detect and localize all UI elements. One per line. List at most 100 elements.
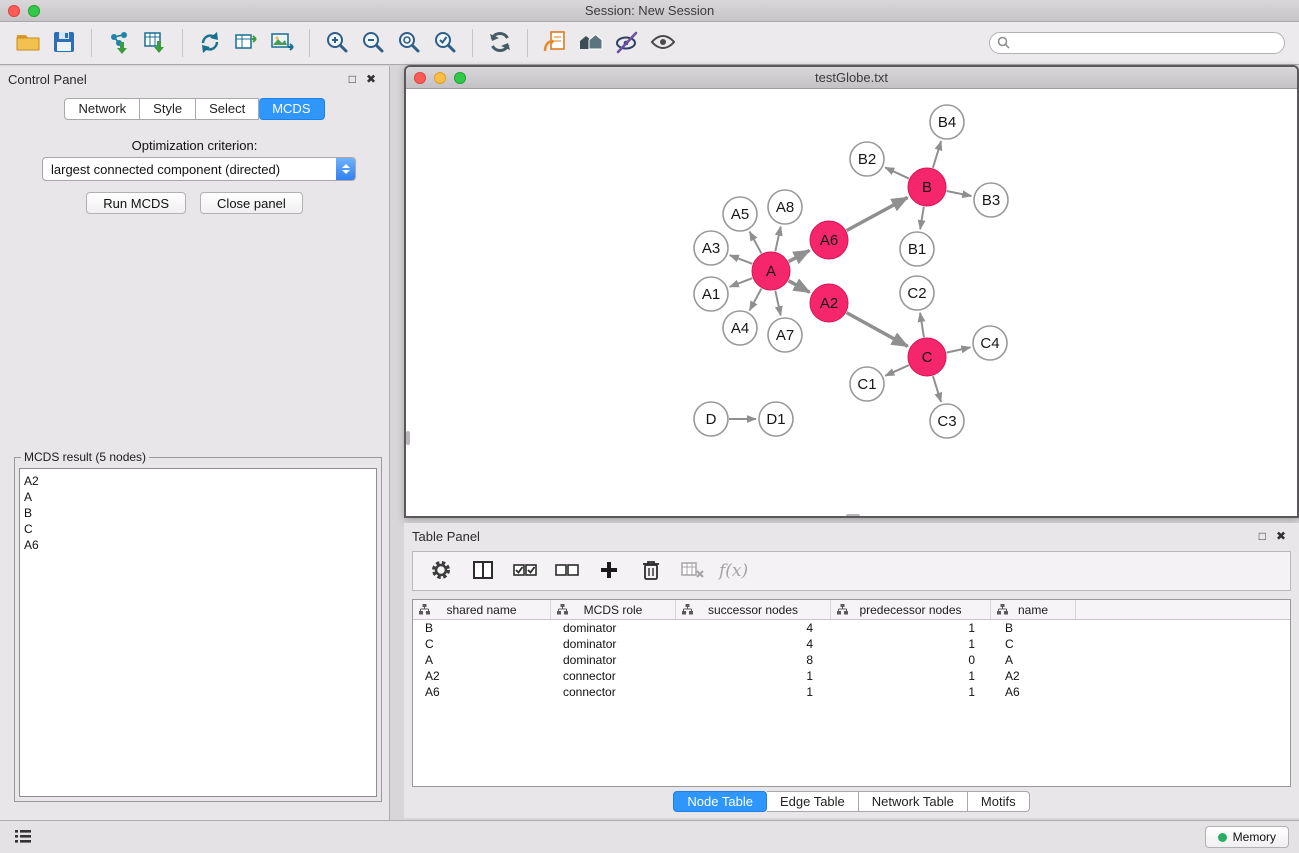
- zoom-in-button[interactable]: [319, 26, 355, 60]
- column-header-name[interactable]: name: [991, 600, 1076, 619]
- table-cell[interactable]: dominator: [551, 620, 676, 636]
- deselect-all-button[interactable]: [551, 556, 583, 586]
- apply-layout-button[interactable]: [482, 26, 518, 60]
- edge-A6-B[interactable]: [847, 197, 908, 230]
- float-panel-icon[interactable]: □: [344, 72, 361, 86]
- import-table-button[interactable]: [137, 26, 173, 60]
- edge-B-B3[interactable]: [947, 191, 972, 196]
- mcds-result-item[interactable]: A2: [24, 473, 376, 489]
- table-cell[interactable]: A: [991, 652, 1076, 668]
- table-row[interactable]: Bdominator41B: [413, 620, 1290, 636]
- table-cell[interactable]: 1: [676, 684, 831, 700]
- table-cell[interactable]: A2: [991, 668, 1076, 684]
- table-row[interactable]: A6connector11A6: [413, 684, 1290, 700]
- node-A8[interactable]: A8: [768, 190, 802, 224]
- tab-network[interactable]: Network: [64, 98, 140, 120]
- node-A4[interactable]: A4: [723, 311, 757, 345]
- memory-button[interactable]: Memory: [1205, 826, 1289, 848]
- node-B3[interactable]: B3: [974, 183, 1008, 217]
- node-B[interactable]: B: [908, 168, 946, 206]
- edge-B-B4[interactable]: [933, 141, 941, 168]
- column-header-shared-name[interactable]: shared name: [413, 600, 551, 619]
- node-B1[interactable]: B1: [900, 232, 934, 266]
- node-C4[interactable]: C4: [973, 326, 1007, 360]
- table-settings-button[interactable]: [425, 556, 457, 586]
- edge-A-A3[interactable]: [730, 255, 753, 264]
- node-D[interactable]: D: [694, 402, 728, 436]
- network-graph[interactable]: B4 B2 B B3 A8 A5 A6 A3 B1 A A1 C2 A2 A4 A7 C4 C C1 D D1 C3: [406, 89, 1297, 518]
- node-B4[interactable]: B4: [930, 105, 964, 139]
- edge-A-A7[interactable]: [775, 291, 780, 316]
- tab-edge-table[interactable]: Edge Table: [767, 791, 859, 812]
- table-cell[interactable]: A: [413, 652, 551, 668]
- tab-network-table[interactable]: Network Table: [859, 791, 968, 812]
- criterion-dropdown[interactable]: largest connected component (directed): [42, 157, 356, 181]
- node-A7[interactable]: A7: [768, 318, 802, 352]
- node-A5[interactable]: A5: [723, 197, 757, 231]
- delete-row-button[interactable]: [635, 556, 667, 586]
- edge-A-A5[interactable]: [750, 232, 762, 254]
- node-A3[interactable]: A3: [694, 231, 728, 265]
- column-header-MCDS-role[interactable]: MCDS role: [551, 600, 676, 619]
- run-mcds-button[interactable]: Run MCDS: [86, 192, 186, 214]
- column-header-predecessor-nodes[interactable]: predecessor nodes: [831, 600, 991, 619]
- edge-A-A1[interactable]: [730, 278, 753, 287]
- search-input[interactable]: [989, 32, 1285, 54]
- export-image-button[interactable]: [264, 26, 300, 60]
- mcds-result-item[interactable]: A: [24, 489, 376, 505]
- new-network-button[interactable]: [192, 26, 228, 60]
- mcds-result-item[interactable]: B: [24, 505, 376, 521]
- float-table-panel-icon[interactable]: □: [1254, 529, 1271, 543]
- tab-mcds[interactable]: MCDS: [259, 98, 324, 120]
- table-cell[interactable]: 4: [676, 620, 831, 636]
- node-A2[interactable]: A2: [810, 284, 848, 322]
- horizontal-scrollbar-thumb[interactable]: [846, 514, 860, 518]
- close-panel-icon[interactable]: ✖: [361, 72, 381, 86]
- table-cell[interactable]: C: [991, 636, 1076, 652]
- node-C[interactable]: C: [908, 338, 946, 376]
- tab-select[interactable]: Select: [196, 98, 259, 120]
- node-C1[interactable]: C1: [850, 367, 884, 401]
- zoom-fit-button[interactable]: [391, 26, 427, 60]
- edge-A2-C[interactable]: [847, 313, 908, 347]
- function-builder-label[interactable]: f(x): [719, 561, 748, 581]
- table-cell[interactable]: 4: [676, 636, 831, 652]
- hide-column-button[interactable]: [677, 556, 709, 586]
- birds-eye-button[interactable]: [645, 26, 681, 60]
- tab-style[interactable]: Style: [140, 98, 196, 120]
- close-panel-button[interactable]: Close panel: [200, 192, 303, 214]
- edge-A-A4[interactable]: [750, 289, 762, 311]
- zoom-selected-button[interactable]: [427, 26, 463, 60]
- node-D1[interactable]: D1: [759, 402, 793, 436]
- graphics-details-button[interactable]: [609, 26, 645, 60]
- vertical-scrollbar-thumb[interactable]: [406, 431, 410, 445]
- show-all-button[interactable]: [573, 26, 609, 60]
- window-titlebar[interactable]: Session: New Session: [0, 0, 1299, 22]
- table-cell[interactable]: 1: [831, 684, 991, 700]
- node-B2[interactable]: B2: [850, 142, 884, 176]
- node-C2[interactable]: C2: [900, 276, 934, 310]
- zoom-out-button[interactable]: [355, 26, 391, 60]
- edge-C-C3[interactable]: [933, 376, 941, 402]
- table-cell[interactable]: 1: [676, 668, 831, 684]
- add-row-button[interactable]: [593, 556, 625, 586]
- table-cell[interactable]: 8: [676, 652, 831, 668]
- show-panels-button[interactable]: [10, 826, 36, 848]
- first-neighbors-button[interactable]: [537, 26, 573, 60]
- edge-B-B2[interactable]: [885, 167, 909, 178]
- table-cell[interactable]: B: [991, 620, 1076, 636]
- open-session-button[interactable]: [10, 26, 46, 60]
- table-row[interactable]: Cdominator41C: [413, 636, 1290, 652]
- table-cell[interactable]: 1: [831, 668, 991, 684]
- node-A[interactable]: A: [752, 252, 790, 290]
- table-cell[interactable]: A6: [413, 684, 551, 700]
- node-A1[interactable]: A1: [694, 277, 728, 311]
- tab-motifs[interactable]: Motifs: [968, 791, 1030, 812]
- node-C3[interactable]: C3: [930, 404, 964, 438]
- show-columns-button[interactable]: [467, 556, 499, 586]
- network-canvas[interactable]: B4 B2 B B3 A8 A5 A6 A3 B1 A A1 C2 A2 A4 A7 C4 C C1 D D1 C3: [406, 89, 1297, 518]
- node-A6[interactable]: A6: [810, 221, 848, 259]
- edge-C-C1[interactable]: [885, 365, 909, 376]
- edge-A-A8[interactable]: [775, 227, 780, 252]
- mcds-result-item[interactable]: C: [24, 521, 376, 537]
